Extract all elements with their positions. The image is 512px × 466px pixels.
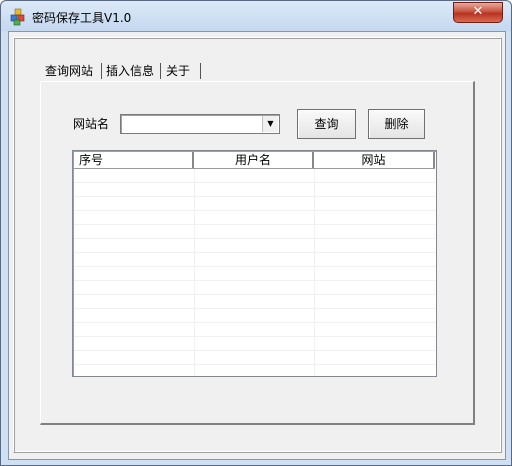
table-row [74, 211, 435, 225]
table-row [74, 281, 435, 295]
client-area: 查询网站 插入信息 关于 网站名 ▼ 查询 删除 序号 用户名 网站 [8, 31, 506, 460]
column-header-website[interactable]: 网站 [314, 152, 435, 168]
tab-label: 查询网站 [45, 64, 94, 78]
tab-separator [160, 63, 161, 79]
table-row [74, 267, 435, 281]
site-name-label: 网站名 [73, 117, 110, 131]
table-row [74, 295, 435, 309]
results-listview[interactable]: 序号 用户名 网站 [72, 150, 437, 377]
tab-query-site[interactable]: 查询网站 [45, 60, 93, 82]
chevron-down-icon[interactable]: ▼ [262, 116, 278, 132]
table-row [74, 183, 435, 197]
close-button[interactable]: ✕ [453, 2, 503, 23]
table-row [74, 197, 435, 211]
table-row [74, 351, 435, 365]
tab-separator [200, 63, 201, 79]
column-header-username[interactable]: 用户名 [194, 152, 314, 168]
table-row [74, 169, 435, 183]
table-row [74, 337, 435, 351]
table-row [74, 309, 435, 323]
listview-header: 序号 用户名 网站 [74, 152, 435, 169]
tab-insert-info[interactable]: 插入信息 [106, 60, 154, 82]
app-window: 密码保存工具V1.0 ✕ 查询网站 插入信息 关于 网站名 ▼ 查询 删除 序号… [0, 0, 512, 466]
tab-separator [101, 63, 102, 79]
table-row [74, 239, 435, 253]
site-name-combobox[interactable]: ▼ [120, 114, 280, 134]
dropdown-glyph: ▼ [267, 119, 274, 128]
title-bar[interactable]: 密码保存工具V1.0 ✕ [1, 1, 511, 31]
close-icon: ✕ [472, 4, 484, 19]
tab-about[interactable]: 关于 [166, 60, 190, 82]
window-title: 密码保存工具V1.0 [32, 11, 132, 25]
app-blocks-icon [10, 8, 25, 26]
tab-label: 关于 [166, 64, 191, 78]
tab-label: 插入信息 [106, 64, 155, 78]
delete-button[interactable]: 删除 [368, 109, 425, 139]
table-row [74, 253, 435, 267]
table-row [74, 323, 435, 337]
column-header-index[interactable]: 序号 [74, 152, 194, 168]
table-row [74, 225, 435, 239]
query-button[interactable]: 查询 [297, 109, 356, 139]
